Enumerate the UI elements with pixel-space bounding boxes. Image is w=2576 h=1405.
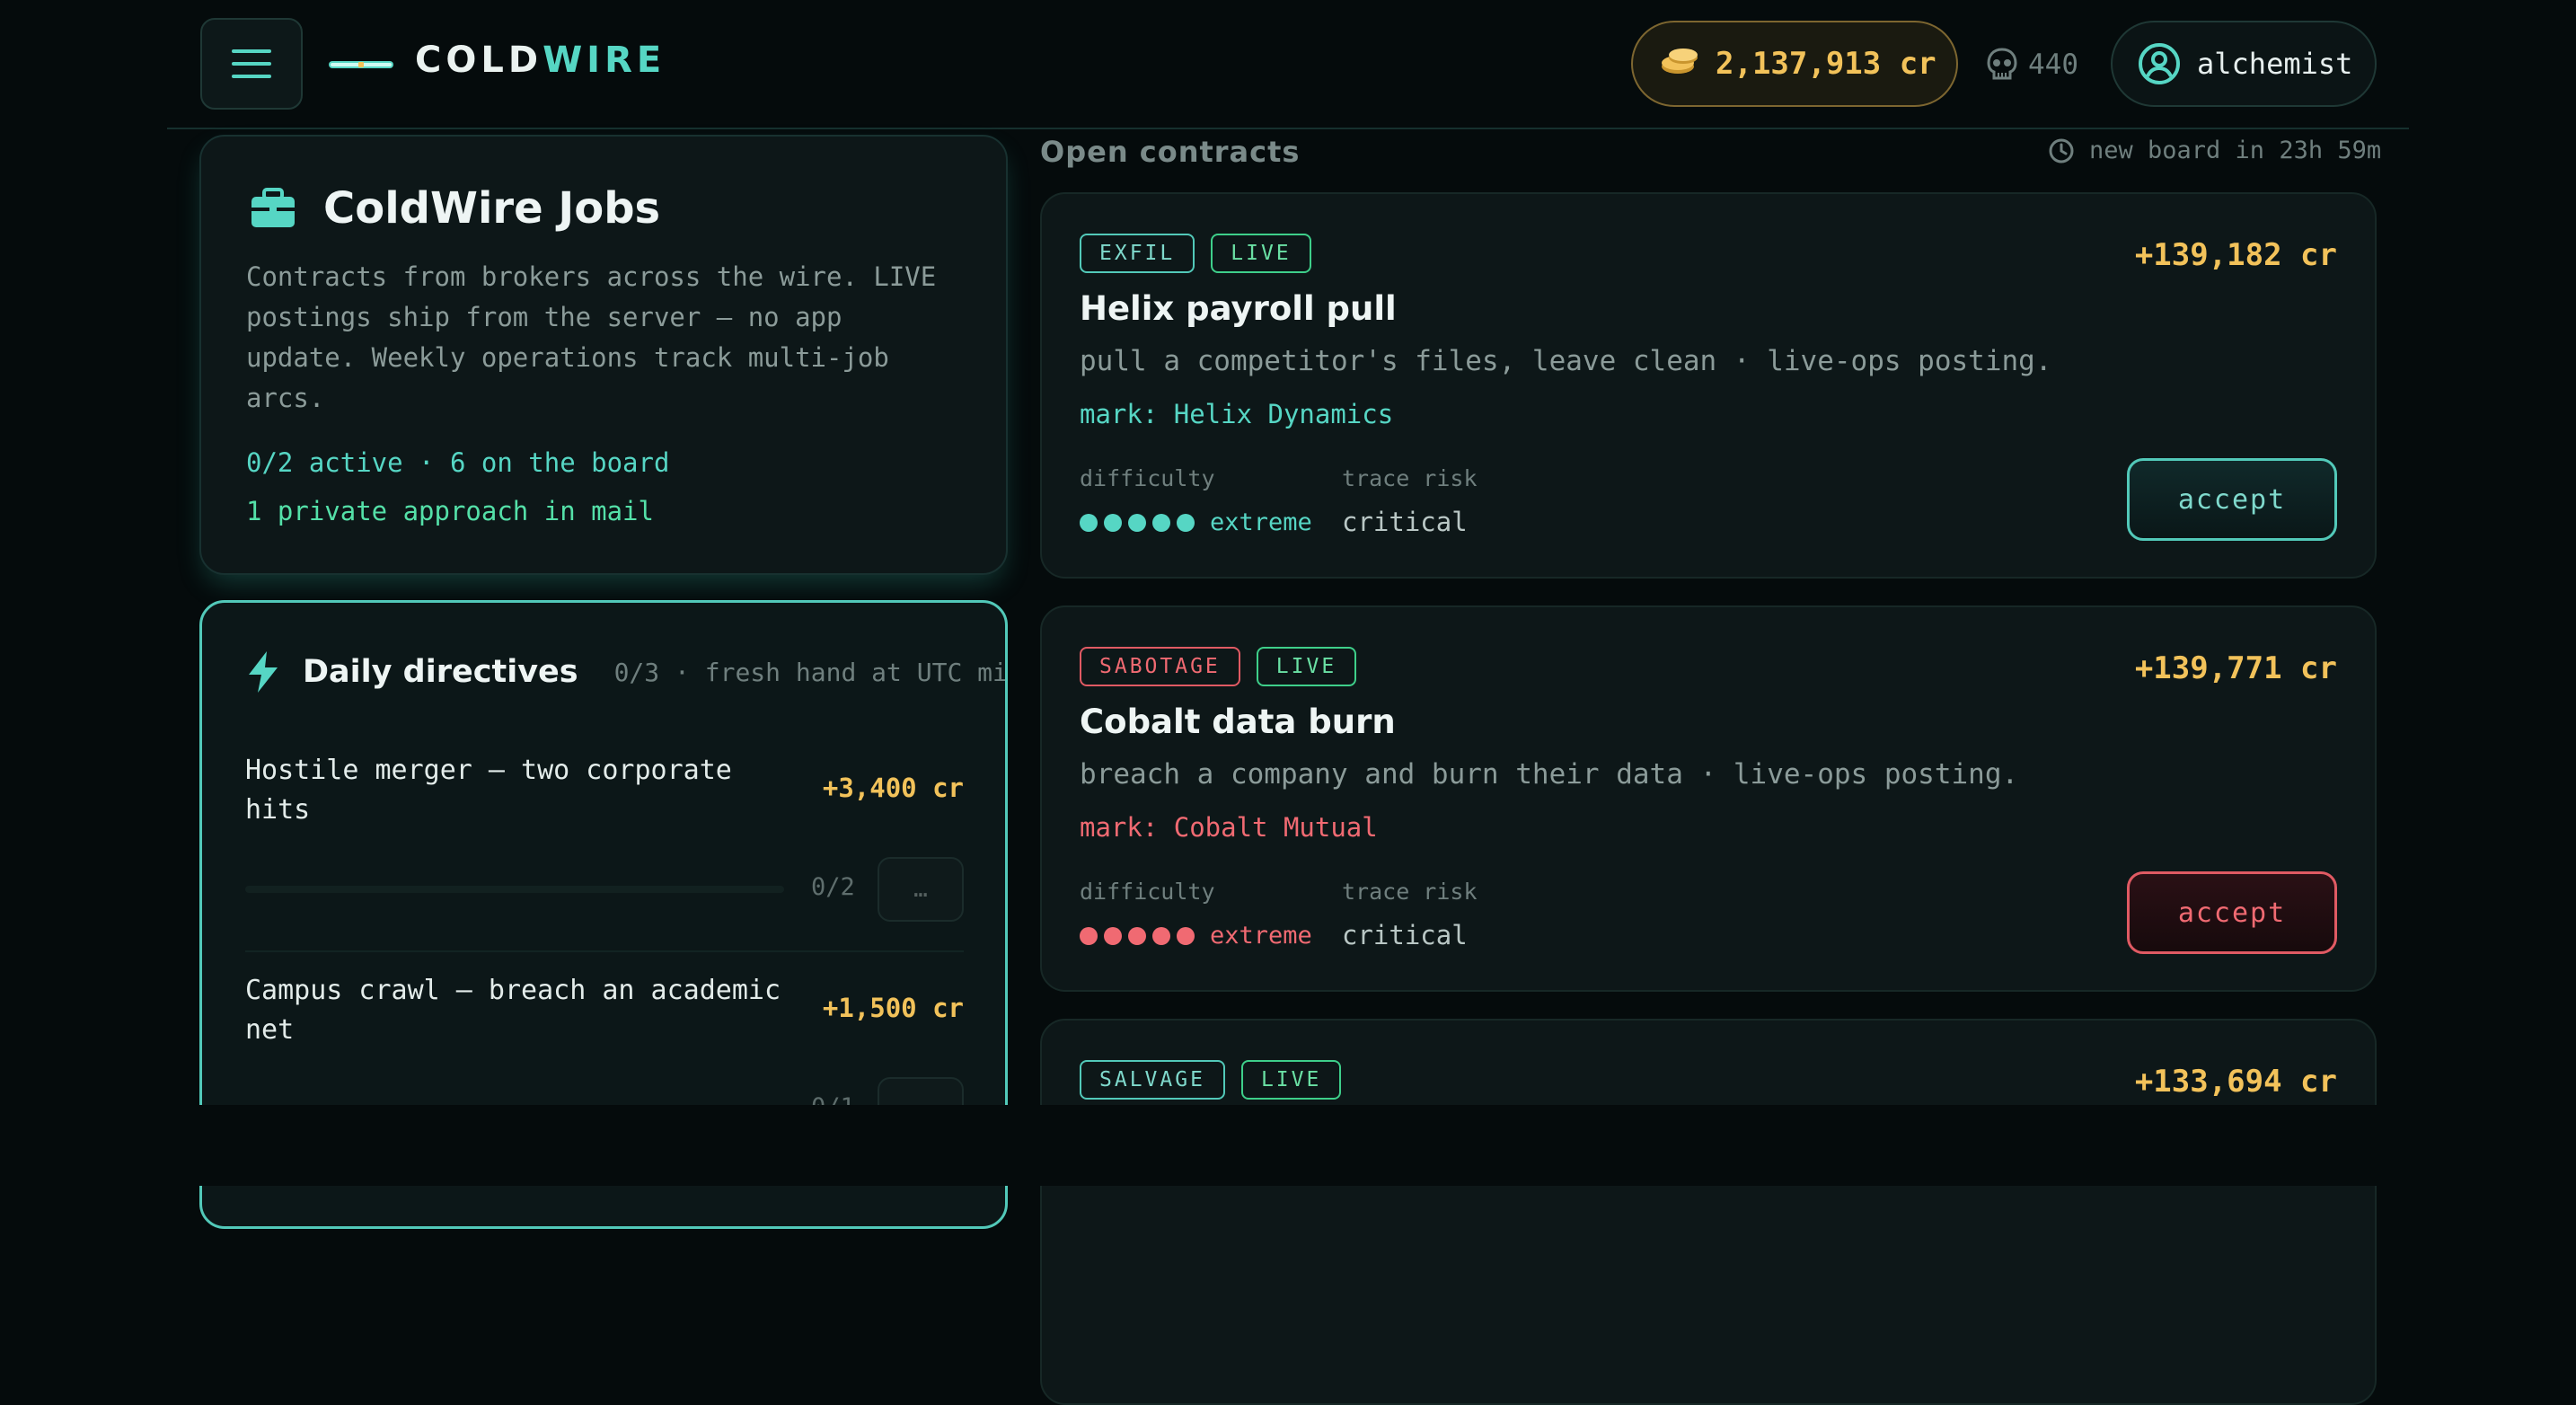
kill-count: 440	[1987, 43, 2078, 86]
contract-mark: mark: Cobalt Mutual	[1080, 812, 1378, 843]
directive-reward: +1,500 cr	[822, 993, 964, 1023]
trace-risk-label: trace risk	[1342, 879, 1478, 905]
contract-title: Helix payroll pull	[1080, 289, 1397, 328]
directive-claim-button[interactable]: …	[878, 857, 964, 922]
open-contracts-heading: Open contracts	[1040, 135, 1301, 169]
hamburger-icon	[232, 49, 271, 78]
viewport-bottom-edge	[0, 1105, 2576, 1186]
menu-button[interactable]	[200, 18, 303, 110]
clock-icon	[2049, 138, 2074, 163]
live-tag: LIVE	[1256, 647, 1357, 686]
difficulty-level: extreme	[1210, 922, 1312, 950]
directive-item: Campus crawl — breach an academic net +1…	[245, 971, 964, 1142]
difficulty-dot	[1080, 513, 1098, 532]
difficulty-rating: extreme	[1080, 508, 1312, 536]
directive-title: Hostile merger — two corporate hits	[245, 755, 732, 826]
accept-button[interactable]: accept	[2127, 871, 2337, 954]
trace-risk-value: critical	[1342, 507, 1468, 537]
credits-value: 2,137,913 cr	[1716, 46, 1936, 82]
contract-card: SABOTAGE LIVE +139,771 cr Cobalt data bu…	[1040, 605, 2377, 992]
contract-subtitle: pull a competitor's files, leave clean ·…	[1080, 345, 2052, 377]
difficulty-rating: extreme	[1080, 922, 1312, 950]
private-approach-link[interactable]: 1 private approach in mail	[246, 496, 654, 526]
directive-title: Campus crawl — breach an academic net	[245, 975, 781, 1046]
credits-balance[interactable]: 2,137,913 cr	[1631, 21, 1958, 107]
directive-progress-bar	[245, 886, 784, 893]
briefcase-icon	[251, 188, 295, 227]
jobs-title: ColdWire Jobs	[323, 183, 661, 234]
difficulty-dot	[1128, 513, 1146, 532]
jobs-description: Contracts from brokers across the wire. …	[246, 261, 937, 413]
contract-card: EXFIL LIVE +139,182 cr Helix payroll pul…	[1040, 192, 2377, 579]
difficulty-dot	[1177, 513, 1195, 532]
board-timer-text: new board in 23h 59m	[2089, 137, 2382, 164]
difficulty-label: difficulty	[1080, 879, 1215, 905]
user-profile-button[interactable]: alchemist	[2111, 21, 2377, 107]
directive-item: Hostile merger — two corporate hits +3,4…	[245, 751, 964, 952]
logo-mark-icon	[329, 61, 393, 68]
difficulty-dot	[1152, 513, 1170, 532]
difficulty-dot	[1128, 926, 1146, 945]
trace-risk-value: critical	[1342, 920, 1468, 950]
jobs-info-card: ColdWire Jobs Contracts from brokers acr…	[199, 135, 1008, 575]
difficulty-dot	[1177, 926, 1195, 945]
difficulty-dot	[1104, 926, 1122, 945]
live-tag: LIVE	[1211, 234, 1311, 273]
live-tag: LIVE	[1240, 1060, 1342, 1100]
board-refresh-timer: new board in 23h 59m	[2048, 137, 2381, 164]
app-logo[interactable]: COLDWIRE	[415, 40, 666, 81]
kill-count-value: 440	[2028, 49, 2078, 81]
active-jobs-status: 0/2 active · 6 on the board	[246, 447, 670, 478]
difficulty-label: difficulty	[1080, 465, 1215, 491]
contract-type-tag: SALVAGE	[1080, 1060, 1225, 1100]
directive-progress-count: 0/2	[811, 873, 855, 901]
logo-text-cold: COLD	[415, 40, 543, 81]
contract-payout: +133,694 cr	[2134, 1064, 2337, 1100]
lightning-icon	[249, 651, 278, 693]
daily-directives-meta: 0/3 · fresh hand at UTC mi	[613, 657, 1008, 687]
contract-payout: +139,182 cr	[2134, 237, 2337, 273]
coins-icon	[1662, 49, 1698, 74]
divider	[245, 950, 964, 952]
contract-type-tag: SABOTAGE	[1080, 647, 1240, 686]
difficulty-dot	[1104, 513, 1122, 532]
contract-type-tag: EXFIL	[1080, 234, 1195, 273]
trace-risk-label: trace risk	[1342, 465, 1478, 491]
user-circle-icon	[2139, 43, 2180, 84]
accept-button[interactable]: accept	[2127, 458, 2337, 541]
contract-mark: mark: Helix Dynamics	[1080, 399, 1394, 429]
contract-subtitle: breach a company and burn their data · l…	[1080, 758, 2019, 791]
difficulty-level: extreme	[1210, 508, 1312, 536]
skull-icon	[1987, 48, 2017, 80]
username: alchemist	[2197, 47, 2353, 81]
contract-card: SALVAGE LIVE +133,694 cr	[1040, 1019, 2377, 1405]
contract-title: Cobalt data burn	[1080, 702, 1396, 741]
difficulty-dot	[1152, 926, 1170, 945]
top-bar: COLDWIRE 2,137,913 cr 440 alchemist	[167, 0, 2409, 129]
logo-text-wire: WIRE	[543, 40, 666, 81]
contract-payout: +139,771 cr	[2134, 650, 2337, 686]
directive-reward: +3,400 cr	[822, 773, 964, 803]
difficulty-dot	[1080, 926, 1098, 945]
daily-directives-title: Daily directives	[303, 654, 578, 690]
